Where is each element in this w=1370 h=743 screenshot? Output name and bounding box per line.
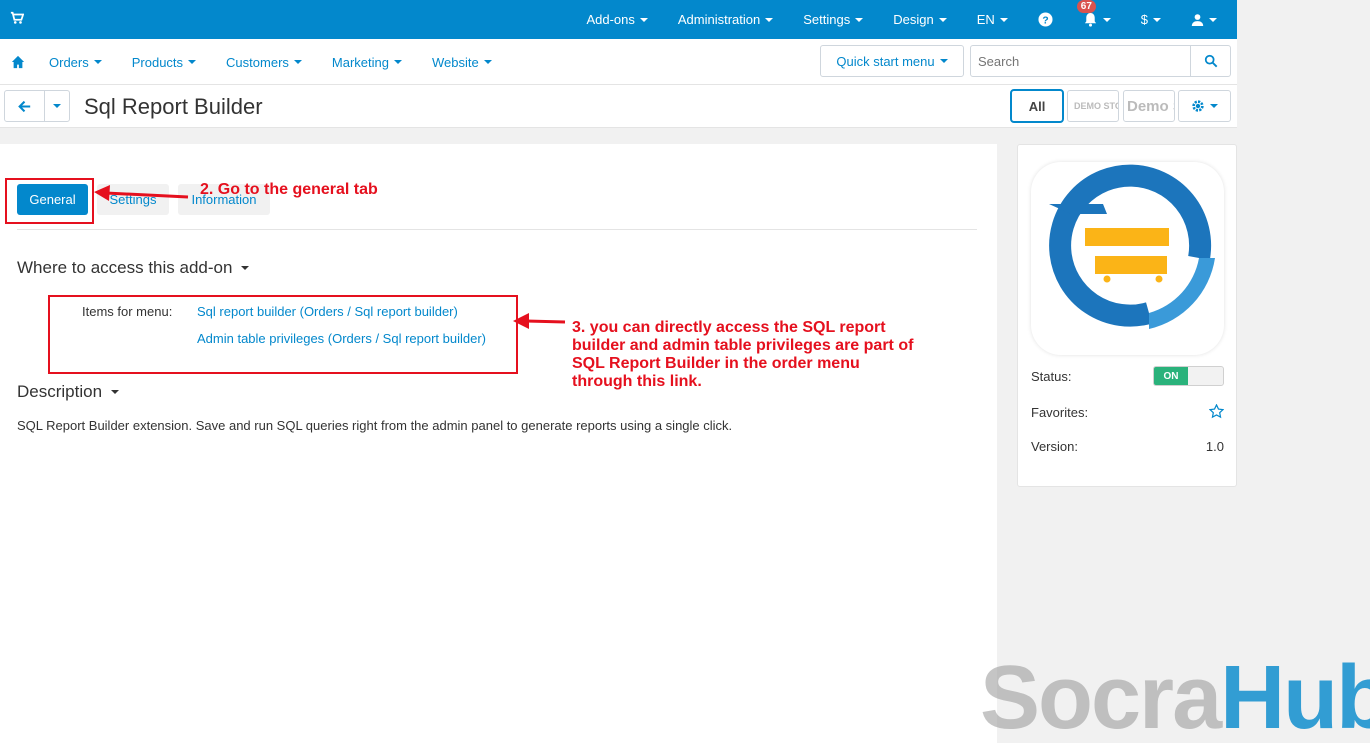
help-icon: ?: [1038, 12, 1053, 27]
socrahub-watermark: SocraHub: [980, 648, 1370, 743]
notifications-button[interactable]: 67: [1076, 0, 1111, 27]
addon-logo-image: [1049, 164, 1215, 329]
arrow-left-icon: [18, 100, 31, 112]
nav-orders[interactable]: Orders: [49, 55, 102, 70]
search-icon: [1204, 54, 1217, 68]
nav-customers[interactable]: Customers: [226, 55, 302, 70]
caret-down-icon: [241, 266, 250, 270]
caret-down-icon: [938, 17, 947, 22]
settings-dropdown-button[interactable]: [1178, 90, 1231, 122]
caret-down-icon: [93, 60, 102, 64]
nav-website[interactable]: Website: [432, 55, 492, 70]
caret-down-icon: [393, 60, 402, 64]
search-box: [970, 45, 1231, 77]
back-dropdown-button[interactable]: [45, 91, 69, 121]
addon-sidebar: Status: ON Favorites: Version: 1.0: [1017, 144, 1237, 487]
addon-logo: [1031, 162, 1224, 355]
home-icon[interactable]: [11, 55, 25, 69]
title-bar: Sql Report Builder All DEMO STORE Demo S…: [0, 85, 1237, 128]
caret-down-icon: [1210, 104, 1218, 108]
nav-menu: Orders Products Customers Marketing Webs…: [11, 39, 522, 85]
back-button[interactable]: [5, 91, 45, 121]
caret-down-icon: [765, 17, 774, 22]
bell-icon: [1084, 12, 1096, 27]
caret-down-icon: [483, 60, 492, 64]
caret-down-icon: [111, 390, 120, 394]
topmenu-language[interactable]: EN: [977, 12, 1008, 27]
help-button[interactable]: ?: [1038, 12, 1053, 27]
search-button[interactable]: [1190, 46, 1230, 76]
caret-down-icon: [639, 17, 648, 22]
user-menu[interactable]: [1191, 13, 1217, 26]
topmenu-settings[interactable]: Settings: [803, 12, 864, 27]
version-value: 1.0: [1205, 438, 1224, 454]
description-heading[interactable]: Description: [17, 382, 120, 402]
main-navbar: Orders Products Customers Marketing Webs…: [0, 39, 1237, 85]
nav-marketing[interactable]: Marketing: [332, 55, 402, 70]
caret-down-icon: [188, 60, 197, 64]
annotation-box-menu-items: [48, 295, 518, 374]
notification-badge: 67: [1076, 0, 1096, 13]
favorites-row: Favorites:: [1031, 402, 1224, 422]
topmenu-administration[interactable]: Administration: [678, 12, 774, 27]
caret-down-icon: [1153, 17, 1161, 22]
gear-icon: [1192, 100, 1204, 112]
tab-settings[interactable]: Settings: [97, 184, 169, 215]
caret-down-icon: [1209, 17, 1217, 22]
caret-down-icon: [939, 59, 948, 63]
search-input[interactable]: [971, 46, 1190, 76]
store-button-demo-2[interactable]: Demo Store: [1123, 90, 1175, 122]
cart-icon[interactable]: [10, 11, 24, 25]
quick-start-menu-button[interactable]: Quick start menu: [820, 45, 964, 77]
caret-down-icon: [53, 104, 61, 108]
currency-dropdown[interactable]: $: [1141, 12, 1161, 27]
caret-down-icon: [1102, 17, 1111, 22]
annotation-step-3: 3. you can directly access the SQL repor…: [572, 319, 914, 390]
svg-text:?: ?: [1042, 15, 1048, 26]
topmenu-addons[interactable]: Add-ons: [586, 12, 648, 27]
status-row: Status: ON: [1031, 366, 1224, 386]
description-text: SQL Report Builder extension. Save and r…: [17, 418, 733, 433]
caret-down-icon: [293, 60, 302, 64]
top-bar: Add-ons Administration Settings Design E…: [0, 0, 1237, 39]
store-button-demo[interactable]: DEMO STORE: [1067, 90, 1119, 122]
status-toggle-on: ON: [1154, 367, 1188, 385]
caret-down-icon: [999, 17, 1008, 22]
top-menu: Add-ons Administration Settings Design E…: [556, 0, 1217, 39]
annotation-box-general-tab: [5, 178, 94, 224]
version-row: Version: 1.0: [1031, 438, 1224, 454]
user-icon: [1191, 14, 1204, 26]
back-button-group: [4, 90, 70, 122]
topmenu-design[interactable]: Design: [893, 12, 947, 27]
caret-down-icon: [855, 17, 864, 22]
star-icon[interactable]: [1209, 404, 1224, 419]
nav-products[interactable]: Products: [132, 55, 197, 70]
tabs-divider: [17, 229, 977, 230]
all-stores-button[interactable]: All: [1010, 89, 1064, 123]
annotation-step-2: 2. Go to the general tab: [200, 181, 378, 198]
status-toggle[interactable]: ON: [1153, 366, 1224, 386]
main-content: General Settings Information Where to ac…: [0, 144, 997, 743]
page-title: Sql Report Builder: [84, 94, 263, 119]
where-section-heading[interactable]: Where to access this add-on: [17, 258, 250, 278]
